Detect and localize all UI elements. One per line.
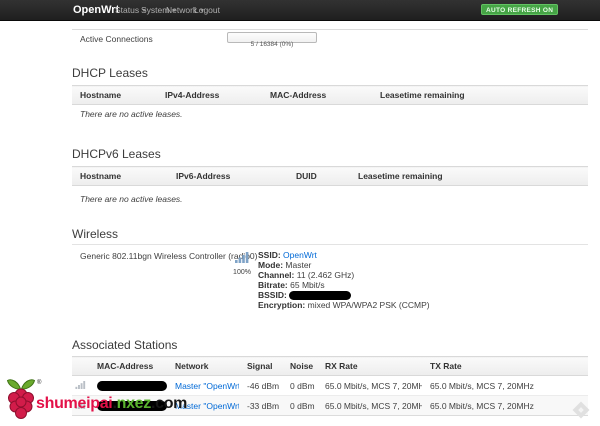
wireless-detail-bssid: BSSID:: [258, 290, 430, 300]
detail-label: Channel:: [258, 270, 294, 280]
connections-progressbar: 5 / 16384 (0%): [227, 32, 317, 43]
wireless-details: SSID: OpenWrt Mode: Master Channel: 11 (…: [258, 250, 430, 310]
column-header-noise: Noise: [282, 357, 317, 376]
station-noise: 0 dBm: [282, 396, 317, 416]
column-header-network: Network: [167, 357, 239, 376]
dhcp-leases-title: DHCP Leases: [72, 66, 148, 80]
ssid-link[interactable]: OpenWrt: [283, 250, 317, 260]
nav-item-logout[interactable]: Logout: [194, 0, 220, 21]
column-header-ipv4: IPv4-Address: [157, 86, 262, 105]
wireless-title: Wireless: [72, 227, 118, 241]
column-header-ipv6: IPv6-Address: [168, 167, 288, 186]
connections-progress-value: 5 / 16384 (0%): [251, 41, 294, 48]
detail-value: 11 (2.462 GHz): [297, 270, 354, 280]
wireless-detail-channel: Channel: 11 (2.462 GHz): [258, 270, 430, 280]
nav-item-label: Status: [115, 5, 139, 15]
wireless-detail-mode: Mode: Master: [258, 260, 430, 270]
signal-percent-label: 100%: [227, 269, 257, 276]
station-rx-rate: 65.0 Mbit/s, MCS 7, 20MHz: [317, 376, 422, 396]
wireless-detail-encryption: Encryption: mixed WPA/WPA2 PSK (CCMP): [258, 300, 430, 310]
column-header-tx-rate: TX Rate: [422, 357, 588, 376]
column-header-signal: Signal: [239, 357, 282, 376]
column-header-leasetime: Leasetime remaining: [350, 167, 588, 186]
mac-redacted: [97, 381, 167, 391]
detail-value: mixed WPA/WPA2 PSK (CCMP): [308, 300, 430, 310]
bssid-redacted: [289, 291, 351, 300]
station-signal: -46 dBm: [239, 376, 282, 396]
openwrt-status-page: OpenWrt Status System Network Logout AUT…: [0, 0, 600, 426]
signal-strength-icon: [235, 252, 249, 263]
registered-mark: ®: [37, 380, 41, 386]
auto-refresh-badge[interactable]: AUTO REFRESH ON: [481, 4, 558, 15]
corner-ornament-inner: [578, 407, 584, 413]
station-signal: -33 dBm: [239, 396, 282, 416]
column-header-signal-icon: [72, 357, 89, 376]
station-tx-rate: 65.0 Mbit/s, MCS 7, 20MHz: [422, 396, 588, 416]
watermark-part: nxez: [117, 395, 151, 412]
column-header-duid: DUID: [288, 167, 350, 186]
brand-openwrt[interactable]: OpenWrt: [73, 0, 119, 21]
column-header-rx-rate: RX Rate: [317, 357, 422, 376]
signal-strength-icon: [75, 381, 86, 389]
column-header-mac: MAC-Address: [89, 357, 167, 376]
detail-label: SSID:: [258, 250, 281, 260]
station-rx-rate: 65.0 Mbit/s, MCS 7, 20MHz: [317, 396, 422, 416]
detail-label: Mode:: [258, 260, 283, 270]
associated-stations-title: Associated Stations: [72, 338, 177, 352]
active-connections-row: Active Connections 5 / 16384 (0%): [72, 29, 588, 51]
wireless-panel: Generic 802.11bgn Wireless Controller (r…: [72, 244, 588, 318]
dhcp-leases-table: Hostname IPv4-Address MAC-Address Leaset…: [72, 85, 588, 105]
watermark-part: shumeipai: [36, 395, 112, 412]
column-header-leasetime: Leasetime remaining: [372, 86, 588, 105]
dhcp-empty-note: There are no active leases.: [80, 109, 183, 119]
detail-label: Bitrate:: [258, 280, 288, 290]
detail-value: Master: [285, 260, 311, 270]
station-noise: 0 dBm: [282, 376, 317, 396]
detail-value: 65 Mbit/s: [290, 280, 325, 290]
nav-item-label: Logout: [194, 5, 220, 15]
column-header-mac: MAC-Address: [262, 86, 372, 105]
wireless-signal-indicator: 100%: [227, 250, 257, 276]
wireless-detail-bitrate: Bitrate: 65 Mbit/s: [258, 280, 430, 290]
dhcpv6-leases-table: Hostname IPv6-Address DUID Leasetime rem…: [72, 166, 588, 186]
column-header-hostname: Hostname: [72, 167, 168, 186]
watermark-part: .com: [151, 395, 187, 412]
station-row: Master "OpenWrt" -46 dBm 0 dBm 65.0 Mbit…: [72, 376, 588, 396]
navbar: OpenWrt Status System Network Logout AUT…: [0, 0, 600, 21]
detail-label: Encryption:: [258, 300, 305, 310]
nav-item-label: Network: [166, 5, 197, 15]
detail-label: BSSID:: [258, 290, 287, 300]
network-link[interactable]: Master "OpenWrt": [175, 381, 239, 391]
wireless-detail-ssid: SSID: OpenWrt: [258, 250, 430, 260]
active-connections-label: Active Connections: [80, 34, 153, 44]
dhcpv6-leases-title: DHCPv6 Leases: [72, 147, 161, 161]
watermark-text: shumeipai.nxez.com: [36, 395, 187, 413]
column-header-hostname: Hostname: [72, 86, 157, 105]
dhcpv6-empty-note: There are no active leases.: [80, 194, 183, 204]
raspberry-pi-logo: [6, 376, 36, 422]
station-tx-rate: 65.0 Mbit/s, MCS 7, 20MHz: [422, 376, 588, 396]
